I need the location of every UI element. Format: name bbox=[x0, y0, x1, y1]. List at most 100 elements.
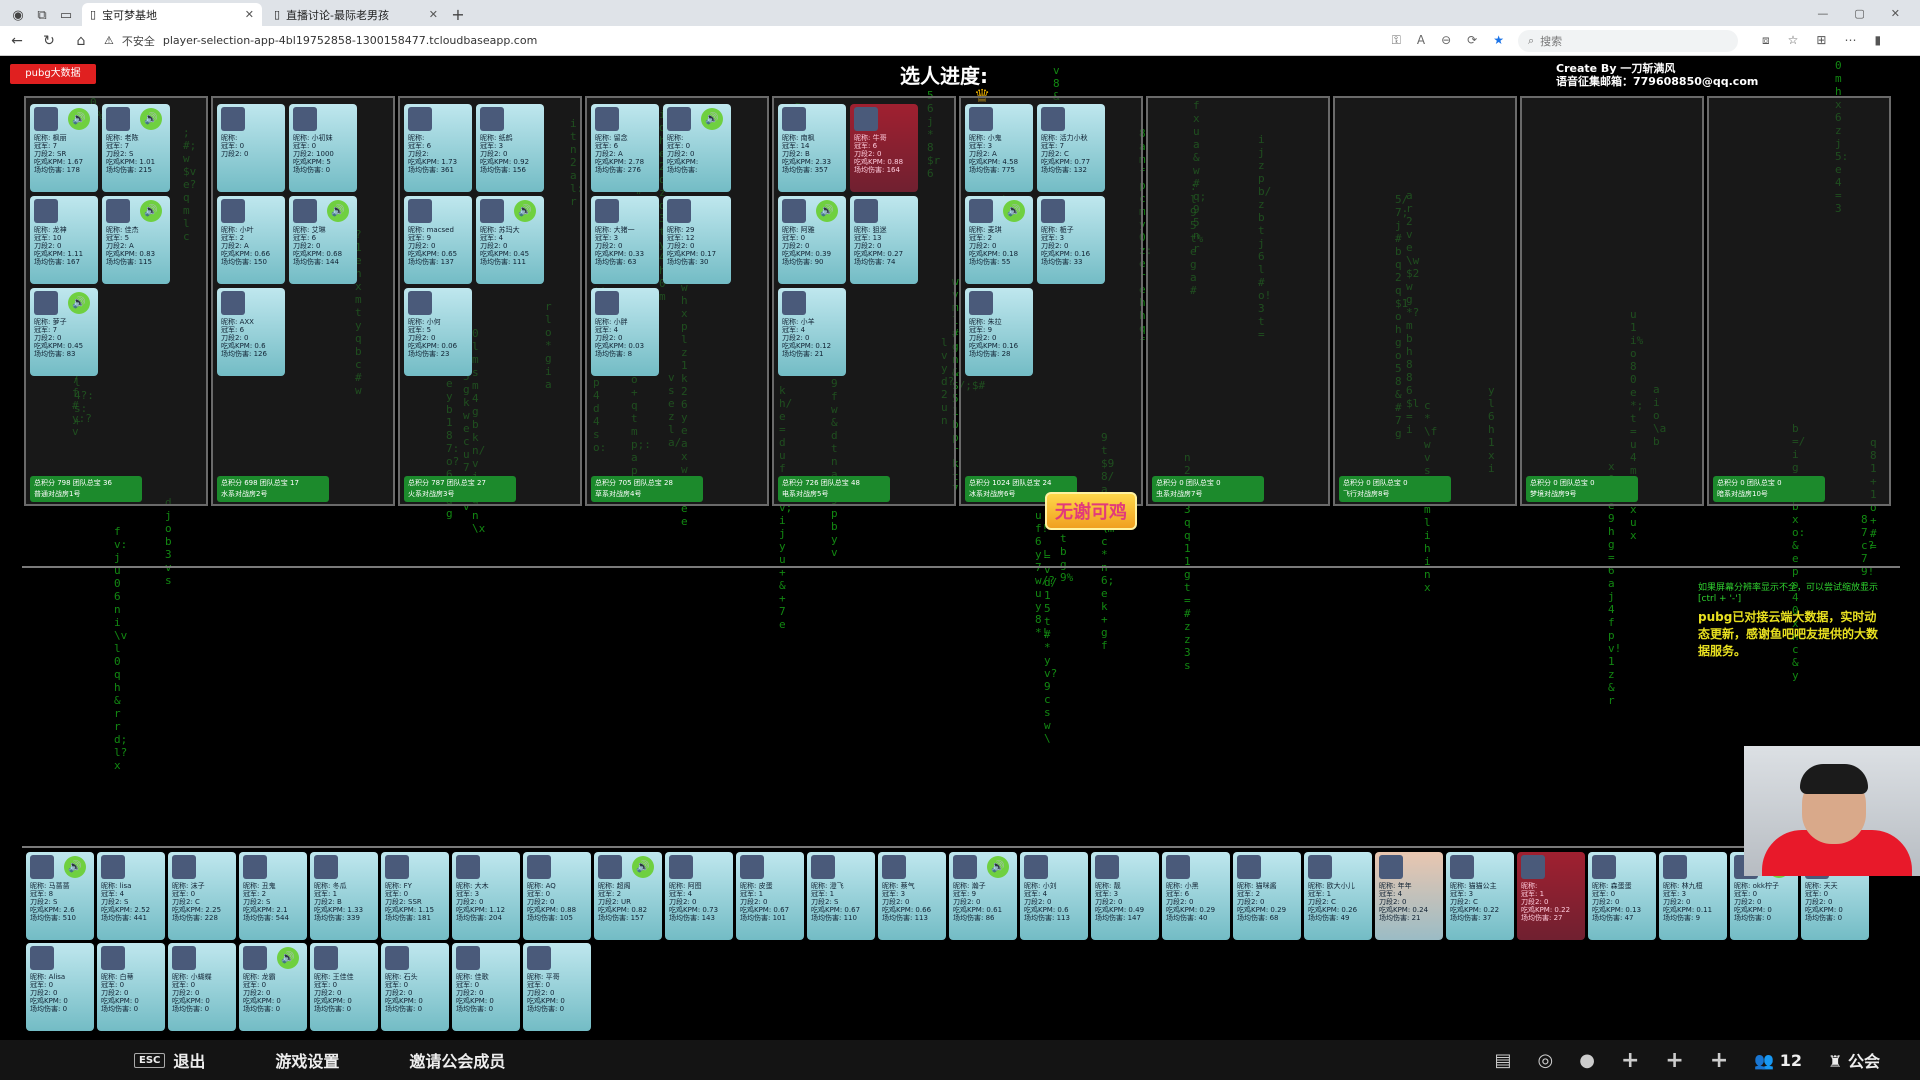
player-card[interactable]: 🔊 昵称: 佳杰 冠军: 5 刀段2: A 吃鸡KPM: 0.83 场均伤害: 115 bbox=[102, 196, 170, 284]
tab-inactive[interactable]: ▯ 直播讨论-最际老男孩 ✕ bbox=[266, 3, 446, 26]
speaker-icon[interactable]: 🔊 bbox=[64, 856, 86, 878]
player-card[interactable]: 昵称: 石头 冠军: 0 刀段2: 0 吃鸡KPM: 0 场均伤害: 0 bbox=[381, 943, 449, 1031]
search-input[interactable]: ⌕ 搜索 bbox=[1518, 29, 1738, 52]
player-card[interactable]: 昵称: 留念 冠军: 6 刀段2: A 吃鸡KPM: 2.78 场均伤害: 276 bbox=[591, 104, 659, 192]
player-card[interactable]: 昵称: Alisa 冠军: 0 刀段2: 0 吃鸡KPM: 0 场均伤害: 0 bbox=[26, 943, 94, 1031]
close-tab-icon[interactable]: ✕ bbox=[245, 8, 254, 21]
speaker-icon[interactable]: 🔊 bbox=[277, 947, 299, 969]
player-card[interactable]: 昵称: 小胖 冠军: 4 刀段2: 0 吃鸡KPM: 0.03 场均伤害: 8 bbox=[591, 288, 659, 376]
player-card[interactable]: 🔊 昵称: 艾琳 冠军: 6 刀段2: 0 吃鸡KPM: 0.68 场均伤害: 144 bbox=[289, 196, 357, 284]
translate-icon[interactable]: A bbox=[1417, 33, 1425, 48]
player-card[interactable]: 昵称: 平哥 冠军: 0 刀段2: 0 吃鸡KPM: 0 场均伤害: 0 bbox=[523, 943, 591, 1031]
player-card[interactable]: 🔊 昵称: 瀚子 冠军: 9 刀段2: 0 吃鸡KPM: 0.61 场均伤害: 86 bbox=[949, 852, 1017, 940]
player-card[interactable]: 昵称: macsed 冠军: 9 刀段2: 0 吃鸡KPM: 0.65 场均伤害: 13… bbox=[404, 196, 472, 284]
player-card[interactable]: 昵称: 冠军: 6 刀段2: 吃鸡KPM: 1.73 场均伤害: 361 bbox=[404, 104, 472, 192]
player-card[interactable]: 🔊 昵称: 马蔷蔷 冠军: 8 刀段2: S 吃鸡KPM: 2.6 场均伤害: 510 bbox=[26, 852, 94, 940]
chat-icon[interactable]: ▤ bbox=[1495, 1050, 1512, 1071]
add-slot-icon[interactable]: + bbox=[1621, 1048, 1639, 1073]
game-settings-button[interactable]: 游戏设置 bbox=[275, 1048, 339, 1072]
player-card[interactable]: 昵称: 佳歌 冠军: 0 刀段2: 0 吃鸡KPM: 0 场均伤害: 0 bbox=[452, 943, 520, 1031]
profile-icon[interactable]: ◉ bbox=[6, 4, 30, 26]
favorites-icon[interactable]: ☆ bbox=[1788, 33, 1799, 48]
speaker-icon[interactable]: 🔊 bbox=[987, 856, 1009, 878]
player-card[interactable]: 昵称: FY 冠军: 0 刀段2: SSR 吃鸡KPM: 1.15 场均伤害: 181 bbox=[381, 852, 449, 940]
player-card[interactable]: 昵称: 年年 冠军: 4 刀段2: 0 吃鸡KPM: 0.24 场均伤害: 21 bbox=[1375, 852, 1443, 940]
player-card[interactable]: 昵称: 阿图 冠军: 4 刀段2: 0 吃鸡KPM: 0.73 场均伤害: 143 bbox=[665, 852, 733, 940]
more-icon[interactable]: ⋯ bbox=[1844, 33, 1856, 48]
player-card[interactable]: 昵称: 白蒂 冠军: 0 刀段2: 0 吃鸡KPM: 0 场均伤害: 0 bbox=[97, 943, 165, 1031]
avatar[interactable]: ● bbox=[1579, 1050, 1595, 1071]
close-tab-icon[interactable]: ✕ bbox=[429, 8, 438, 21]
player-card[interactable]: 昵称: 猫猫公主 冠军: 3 刀段2: C 吃鸡KPM: 0.22 场均伤害: 37 bbox=[1446, 852, 1514, 940]
player-card[interactable]: 昵称: 冠军: 1 刀段2: 0 吃鸡KPM: 0.22 场均伤害: 27 bbox=[1517, 852, 1585, 940]
player-card[interactable]: 🔊 昵称: 阿雅 冠军: 0 刀段2: 0 吃鸡KPM: 0.39 场均伤害: 90 bbox=[778, 196, 846, 284]
player-card[interactable]: 昵称: 皮蛋 冠军: 1 刀段2: 0 吃鸡KPM: 0.67 场均伤害: 101 bbox=[736, 852, 804, 940]
invite-guild-button[interactable]: 邀请公会成员 bbox=[409, 1048, 505, 1072]
minimize-icon[interactable]: — bbox=[1817, 7, 1828, 20]
address-bar[interactable]: ⚠ 不安全 player-selection-app-4bl19752858-1… bbox=[104, 30, 1504, 52]
player-card[interactable]: 昵称: 小何 冠军: 5 刀段2: 0 吃鸡KPM: 0.06 场均伤害: 23 bbox=[404, 288, 472, 376]
player-card[interactable]: 昵称: 澄飞 冠军: 1 刀段2: S 吃鸡KPM: 0.67 场均伤害: 110 bbox=[807, 852, 875, 940]
close-window-icon[interactable]: ✕ bbox=[1891, 7, 1900, 20]
tab-actions-icon[interactable]: ▭ bbox=[54, 4, 78, 26]
player-card[interactable]: 昵称: 大猪一 冠军: 3 刀段2: 0 吃鸡KPM: 0.33 场均伤害: 63 bbox=[591, 196, 659, 284]
player-card[interactable]: 🔊 昵称: 枫丽 冠军: 7 刀段2: SR 吃鸡KPM: 1.67 场均伤害: 178 bbox=[30, 104, 98, 192]
player-card[interactable]: 昵称: 南枫 冠军: 14 刀段2: B 吃鸡KPM: 2.33 场均伤害: 357 bbox=[778, 104, 846, 192]
player-card[interactable]: 昵称: 小初妹 冠军: 0 刀段2: 1000 吃鸡KPM: 5 场均伤害: 0 bbox=[289, 104, 357, 192]
player-card[interactable]: 昵称: 小羊 冠军: 4 刀段2: 0 吃鸡KPM: 0.12 场均伤害: 21 bbox=[778, 288, 846, 376]
player-card[interactable]: 昵称: AQ 冠军: 0 刀段2: 0 吃鸡KPM: 0.88 场均伤害: 105 bbox=[523, 852, 591, 940]
home-icon[interactable]: ⌂ bbox=[72, 33, 90, 49]
player-card[interactable]: 昵称: 29 冠军: 12 刀段2: 0 吃鸡KPM: 0.17 场均伤害: 30 bbox=[663, 196, 731, 284]
player-card[interactable]: 昵称: 小蝴蝶 冠军: 0 刀段2: 0 吃鸡KPM: 0 场均伤害: 0 bbox=[168, 943, 236, 1031]
player-card[interactable]: 昵称: 纸鹤 冠军: 3 刀段2: 0 吃鸡KPM: 0.92 场均伤害: 156 bbox=[476, 104, 544, 192]
compass-icon[interactable]: ◎ bbox=[1538, 1050, 1554, 1071]
player-card[interactable]: 昵称: 沫子 冠军: 0 刀段2: C 吃鸡KPM: 2.25 场均伤害: 228 bbox=[168, 852, 236, 940]
player-card[interactable]: 🔊 昵称: 冠军: 0 刀段2: 0 吃鸡KPM: 场均伤害: bbox=[663, 104, 731, 192]
player-card[interactable]: 昵称: 林九桓 冠军: 3 刀段2: 0 吃鸡KPM: 0.11 场均伤害: 9 bbox=[1659, 852, 1727, 940]
player-card[interactable]: 昵称: AXX 冠军: 6 刀段2: 0 吃鸡KPM: 0.6 场均伤害: 126 bbox=[217, 288, 285, 376]
speaker-icon[interactable]: 🔊 bbox=[140, 108, 162, 130]
extension-icon[interactable]: ⟳ bbox=[1467, 33, 1477, 48]
player-card[interactable]: 昵称: 小刘 冠军: 4 刀段2: 0 吃鸡KPM: 0.6 场均伤害: 113 bbox=[1020, 852, 1088, 940]
player-card[interactable]: 昵称: 猫咪酱 冠军: 2 刀段2: 0 吃鸡KPM: 0.29 场均伤害: 68 bbox=[1233, 852, 1301, 940]
player-card[interactable]: 昵称: 丑鬼 冠军: 2 刀段2: S 吃鸡KPM: 2.1 场均伤害: 544 bbox=[239, 852, 307, 940]
favorite-star-icon[interactable]: ★ bbox=[1493, 33, 1504, 48]
speaker-icon[interactable]: 🔊 bbox=[1003, 200, 1025, 222]
speaker-icon[interactable]: 🔊 bbox=[68, 108, 90, 130]
player-card[interactable]: 昵称: 靓冠军: 3 刀段2: 0 吃鸡KPM: 0.49 场均伤害: 147 bbox=[1091, 852, 1159, 940]
collections-icon[interactable]: ⊞ bbox=[1816, 33, 1826, 48]
player-card[interactable]: 昵称: 朱拉 冠军: 9 刀段2: 0 吃鸡KPM: 0.16 场均伤害: 28 bbox=[965, 288, 1033, 376]
player-card[interactable]: 昵称: 欧大小儿 冠军: 1 刀段2: C 吃鸡KPM: 0.26 场均伤害: 49 bbox=[1304, 852, 1372, 940]
player-card[interactable]: 昵称: 小叶 冠军: 2 刀段2: A 吃鸡KPM: 0.66 场均伤害: 150 bbox=[217, 196, 285, 284]
sidebar-icon[interactable]: ▮ bbox=[1874, 33, 1881, 48]
back-icon[interactable]: ← bbox=[8, 33, 26, 49]
player-card[interactable]: 🔊 昵称: 老陈 冠军: 7 刀段2: S 吃鸡KPM: 1.01 场均伤害: 215 bbox=[102, 104, 170, 192]
maximize-icon[interactable]: ▢ bbox=[1854, 7, 1864, 20]
player-card[interactable]: 昵称: 狙迷 冠军: 13 刀段2: 0 吃鸡KPM: 0.27 场均伤害: 74 bbox=[850, 196, 918, 284]
pubg-data-button[interactable]: pubg大数据 bbox=[10, 64, 96, 84]
player-card[interactable]: 昵称: 王佳佳 冠军: 0 刀段2: 0 吃鸡KPM: 0 场均伤害: 0 bbox=[310, 943, 378, 1031]
player-card[interactable]: 🔊 昵称: 超阁 冠军: 2 刀段2: UR 吃鸡KPM: 0.82 场均伤害: 157 bbox=[594, 852, 662, 940]
player-card[interactable]: 昵称: 牛哥 冠军: 6 刀段2: 0 吃鸡KPM: 0.88 场均伤害: 164 bbox=[850, 104, 918, 192]
speaker-icon[interactable]: 🔊 bbox=[140, 200, 162, 222]
player-card[interactable]: 🔊 昵称: 萝子 冠军: 7 刀段2: 0 吃鸡KPM: 0.45 场均伤害: 83 bbox=[30, 288, 98, 376]
add-slot-icon[interactable]: + bbox=[1710, 1048, 1728, 1073]
player-card[interactable]: 昵称: 冠军: 0 刀段2: 0 bbox=[217, 104, 285, 192]
friends-count[interactable]: 👥 12 bbox=[1754, 1051, 1802, 1070]
split-screen-icon[interactable]: ⧈ bbox=[1762, 33, 1770, 48]
player-card[interactable]: 昵称: 蔡气 冠军: 3 刀段2: 0 吃鸡KPM: 0.66 场均伤害: 113 bbox=[878, 852, 946, 940]
player-card[interactable]: 昵称: 小黑 冠军: 6 刀段2: 0 吃鸡KPM: 0.29 场均伤害: 40 bbox=[1162, 852, 1230, 940]
speaker-icon[interactable]: 🔊 bbox=[632, 856, 654, 878]
player-card[interactable]: 昵称: 龙神 冠军: 10 刀段2: 0 吃鸡KPM: 1.11 场均伤害: 167 bbox=[30, 196, 98, 284]
new-tab-button[interactable]: + bbox=[446, 3, 470, 26]
player-card[interactable]: 🔊 昵称: 龙霸 冠军: 0 刀段2: 0 吃鸡KPM: 0 场均伤害: 0 bbox=[239, 943, 307, 1031]
player-card[interactable]: 昵称: 大木 冠军: 3 刀段2: 0 吃鸡KPM: 1.12 场均伤害: 204 bbox=[452, 852, 520, 940]
player-card[interactable]: 昵称: 栀子 冠军: 3 刀段2: 0 吃鸡KPM: 0.16 场均伤害: 33 bbox=[1037, 196, 1105, 284]
player-card[interactable]: 🔊 昵称: 苏玛大 冠军: 4 刀段2: 0 吃鸡KPM: 0.45 场均伤害: 111 bbox=[476, 196, 544, 284]
player-card[interactable]: 昵称: 小鬼 冠军: 3 刀段2: A 吃鸡KPM: 4.58 场均伤害: 775 bbox=[965, 104, 1033, 192]
player-card[interactable]: 昵称: lisa 冠军: 4 刀段2: S 吃鸡KPM: 2.52 场均伤害: 441 bbox=[97, 852, 165, 940]
guild-button[interactable]: ♜ 公会 bbox=[1828, 1048, 1880, 1072]
player-card[interactable]: 昵称: 森蛋蛋 冠军: 0 刀段2: 0 吃鸡KPM: 0.13 场均伤害: 47 bbox=[1588, 852, 1656, 940]
tab-active[interactable]: ▯ 宝可梦基地 ✕ bbox=[82, 3, 262, 26]
speaker-icon[interactable]: 🔊 bbox=[701, 108, 723, 130]
